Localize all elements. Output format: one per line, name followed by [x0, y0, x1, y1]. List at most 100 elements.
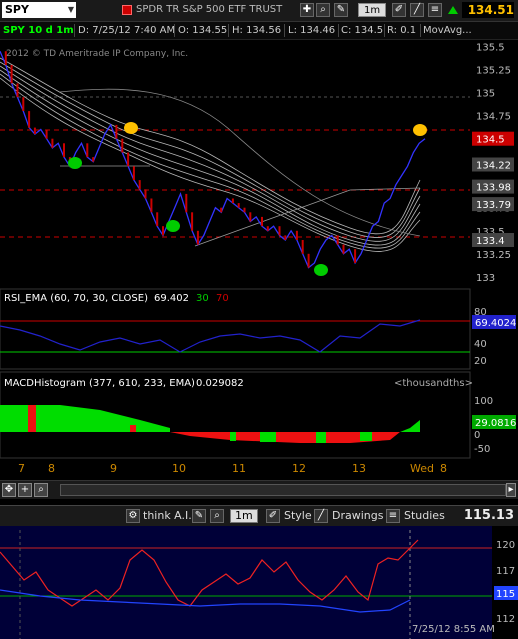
down-candle: [92, 157, 95, 162]
down-candle: [10, 65, 13, 84]
price-chart[interactable]: 2012 © TD Ameritrade IP Company, Inc. 13…: [0, 40, 518, 510]
price-tick: 134.75: [476, 112, 511, 123]
separator: [74, 24, 75, 37]
drawing-tool-icon[interactable]: ╱: [410, 3, 424, 17]
time-label: Wed: [410, 462, 434, 475]
wrench-icon[interactable]: ✎: [334, 3, 348, 17]
bar-date: D: 7/25/12 7:40 AM: [78, 25, 176, 36]
separator: [338, 24, 339, 37]
macd-tick: 100: [474, 396, 493, 407]
timeframe-button[interactable]: 1m: [230, 509, 258, 523]
up-arrow-icon: [448, 6, 458, 14]
gear-icon[interactable]: ⚙: [126, 509, 140, 523]
price-tick: 133: [476, 273, 495, 284]
watermark: 2012 © TD Ameritrade IP Company, Inc.: [6, 49, 188, 59]
lower-chart[interactable]: 120 117 112 115 7/25/12 8:55 AM: [0, 526, 518, 639]
down-candle: [156, 212, 159, 227]
high-marker: [124, 122, 138, 134]
macd-value: 0.029082: [196, 378, 244, 389]
down-candle: [144, 189, 147, 199]
timeframe-button[interactable]: 1m: [358, 3, 387, 17]
think-ai-button[interactable]: think A.I.: [143, 509, 192, 523]
bar-open: O: 134.55: [178, 25, 228, 36]
chart-symbol-period: SPY 10 d 1m: [3, 25, 74, 36]
down-candle: [4, 51, 7, 65]
style-button[interactable]: Style: [284, 509, 312, 523]
rsi-study-label[interactable]: RSI_EMA (60, 70, 30, CLOSE): [4, 293, 148, 304]
wrench-icon[interactable]: ✎: [192, 509, 206, 523]
down-candle: [196, 230, 199, 245]
down-candle: [231, 198, 234, 204]
chart-scrollbar[interactable]: [60, 484, 506, 496]
down-candle: [266, 226, 269, 231]
studies-icon[interactable]: ≡: [386, 509, 400, 523]
time-axis: 7 8 9 10 11 12 13 Wed 8: [18, 462, 447, 475]
down-candle: [243, 207, 246, 213]
drawings-button[interactable]: Drawings: [332, 509, 383, 523]
separator: [284, 24, 285, 37]
quote-bar: SPY 10 d 1m D: 7/25/12 7:40 AM O: 134.55…: [0, 22, 518, 40]
price-badge-label: 133.4: [476, 236, 505, 247]
time-label: 8: [48, 462, 55, 475]
studies-button[interactable]: Studies: [404, 509, 445, 523]
price-badge-label: 133.98: [476, 183, 511, 194]
rsi-overbought-value: 70: [216, 293, 229, 304]
down-candle: [63, 143, 65, 158]
rsi-current-value: 69.4024: [475, 318, 516, 329]
crosshair-icon[interactable]: ✚: [300, 3, 314, 17]
down-candle: [295, 230, 298, 240]
macd-units: <thousandths>: [394, 378, 473, 389]
down-candle: [261, 216, 263, 227]
down-candle: [45, 129, 48, 139]
down-candle: [28, 111, 31, 128]
time-label: 9: [110, 462, 117, 475]
zoom-icon[interactable]: ⌕: [34, 483, 48, 497]
study-list[interactable]: MovAvg...: [423, 25, 472, 36]
price-tick: 135.25: [476, 66, 511, 77]
bar-high: H: 134.56: [232, 25, 282, 36]
time-label: 13: [352, 462, 366, 475]
price-tick: 135: [476, 89, 495, 100]
drawings-icon[interactable]: ╱: [314, 509, 328, 523]
symbol-selector[interactable]: SPY ▼: [2, 2, 76, 18]
time-label: 10: [172, 462, 186, 475]
pencil-icon[interactable]: ✐: [392, 3, 406, 17]
menu-icon[interactable]: ≡: [428, 3, 442, 17]
lower-tick: 117: [496, 566, 515, 577]
time-label: 11: [232, 462, 246, 475]
price-badge-label: 134.5: [476, 135, 505, 146]
separator: [174, 24, 175, 37]
price-badge-label: 134.22: [476, 161, 511, 172]
price-tick: 135.5: [476, 43, 505, 54]
down-candle: [336, 235, 339, 245]
lower-tick: 112: [496, 614, 515, 625]
macd-tick: -50: [474, 444, 490, 455]
zoom-in-icon[interactable]: +: [18, 483, 32, 497]
macd-study-label[interactable]: MACDHistogram (377, 610, 233, EMA): [4, 378, 195, 389]
down-candle: [22, 97, 25, 111]
macd-tick: 0: [474, 430, 480, 441]
lower-plot-area[interactable]: [0, 526, 492, 639]
magnifier-icon[interactable]: ⌕: [316, 3, 330, 17]
down-candle: [162, 226, 164, 236]
lower-timestamp: 7/25/12 8:55 AM: [412, 624, 495, 635]
rsi-oversold-value: 30: [196, 293, 209, 304]
down-candle: [249, 212, 252, 222]
low-marker: [166, 220, 180, 232]
lower-last-price: 115.13: [463, 508, 514, 523]
down-candle: [132, 166, 135, 181]
separator: [384, 24, 385, 37]
chevron-down-icon: ▼: [67, 5, 74, 14]
magnifier-icon[interactable]: ⌕: [210, 509, 224, 523]
bar-range: R: 0.1: [387, 25, 417, 36]
bar-close: C: 134.5: [341, 25, 384, 36]
symbol-description: SPDR TR S&P 500 ETF TRUST: [136, 4, 283, 15]
pan-icon[interactable]: ✥: [2, 483, 16, 497]
down-candle: [220, 207, 223, 213]
low-marker: [314, 264, 328, 276]
down-candle: [237, 203, 240, 208]
alert-icon[interactable]: [122, 5, 132, 15]
scroll-right-icon[interactable]: ▸: [506, 483, 516, 497]
down-candle: [33, 127, 36, 134]
style-icon[interactable]: ✐: [266, 509, 280, 523]
